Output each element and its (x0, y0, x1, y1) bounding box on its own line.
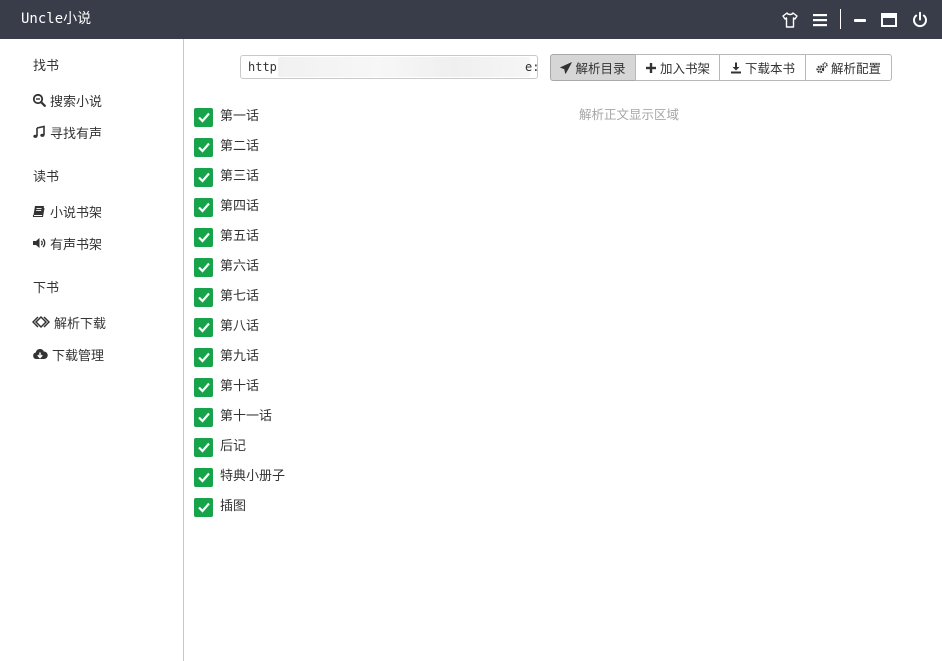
chapter-label: 第五话 (220, 229, 260, 244)
chapter-item[interactable]: 第六话 (194, 257, 259, 277)
sidebar-item-find-audio[interactable]: 寻找有声 (32, 123, 103, 142)
gears-icon (816, 61, 828, 74)
parse-icon (32, 315, 50, 329)
book-icon (32, 204, 46, 218)
chapter-item[interactable]: 第一话 (194, 107, 259, 127)
checkbox-checked[interactable] (194, 377, 213, 397)
checkbox-checked[interactable] (194, 227, 213, 247)
chapter-item[interactable]: 插图 (194, 497, 246, 517)
skin-icon[interactable] (781, 11, 799, 29)
sidebar-item-download-manager[interactable]: 下载管理 (32, 345, 105, 364)
chapter-item[interactable]: 第八话 (194, 317, 259, 337)
checkbox-checked[interactable] (194, 137, 213, 157)
sidebar-item-novel-shelf[interactable]: 小说书架 (32, 202, 103, 221)
chapter-label: 第一话 (220, 109, 260, 124)
chapter-label: 第十一话 (220, 409, 273, 424)
checkbox-checked[interactable] (194, 497, 213, 517)
checkbox-checked[interactable] (194, 347, 213, 367)
chapter-label: 第八话 (220, 319, 260, 334)
sidebar-item-label: 搜索小说 (50, 94, 103, 110)
chapter-item[interactable]: 第四话 (194, 197, 259, 217)
chapter-item[interactable]: 后记 (194, 437, 246, 457)
checkbox-checked[interactable] (194, 317, 213, 337)
chapter-item[interactable]: 特典小册子 (194, 467, 285, 487)
chapter-item[interactable]: 第九话 (194, 347, 259, 367)
chapter-item[interactable]: 第三话 (194, 167, 259, 187)
sidebar-item-label: 下载管理 (52, 348, 105, 364)
checkbox-checked[interactable] (194, 257, 213, 277)
sidebar-item-parse-download[interactable]: 解析下载 (32, 313, 107, 332)
chapter-label: 第四话 (220, 199, 260, 214)
cloud-download-icon (32, 347, 48, 361)
chapter-item[interactable]: 第七话 (194, 287, 259, 307)
chapter-item[interactable]: 第十话 (194, 377, 259, 397)
chapter-item[interactable]: 第二话 (194, 137, 259, 157)
checkbox-checked[interactable] (194, 167, 213, 187)
button-label: 下载本书 (744, 61, 795, 76)
power-icon[interactable] (911, 11, 929, 29)
chapter-label: 第三话 (220, 169, 260, 184)
plus-icon (645, 62, 657, 74)
chapter-item[interactable]: 第五话 (194, 227, 259, 247)
add-to-shelf-button[interactable]: 加入书架 (635, 54, 720, 81)
menu-icon[interactable] (811, 11, 829, 29)
button-label: 加入书架 (659, 61, 710, 76)
title-bar: Uncle小说 (0, 0, 942, 39)
checkbox-checked[interactable] (194, 437, 213, 457)
sidebar-item-label: 解析下载 (54, 316, 107, 332)
url-tail: e: (525, 60, 540, 74)
chapter-label: 第十话 (220, 379, 260, 394)
checkbox-checked[interactable] (194, 407, 213, 427)
app-title: Uncle小说 (21, 11, 92, 27)
content-hint: 解析正文显示区域 (579, 107, 680, 122)
button-label: 解析目录 (575, 61, 626, 76)
download-icon (730, 62, 742, 74)
minimize-icon[interactable] (851, 11, 869, 29)
chapter-label: 第七话 (220, 289, 260, 304)
section-title-find: 找书 (33, 59, 60, 74)
maximize-icon[interactable] (880, 11, 898, 29)
titlebar-divider (840, 9, 841, 29)
music-icon (32, 125, 46, 139)
send-icon (560, 61, 573, 74)
checkbox-checked[interactable] (194, 467, 213, 487)
chapter-label: 第二话 (220, 139, 260, 154)
parse-catalog-button[interactable]: 解析目录 (550, 54, 636, 81)
sidebar: 找书 搜索小说 寻找有声 读书 小说书架 有声书架 下书 解析下载 下载管理 (0, 39, 184, 661)
checkbox-checked[interactable] (194, 107, 213, 127)
chapter-item[interactable]: 第十一话 (194, 407, 272, 427)
toolbar-button-group: 解析目录 加入书架 下载本书 解析配置 (550, 54, 892, 81)
chapter-label: 后记 (220, 439, 247, 454)
sidebar-item-label: 有声书架 (50, 237, 103, 253)
url-redacted-region (278, 57, 530, 77)
chapter-label: 第六话 (220, 259, 260, 274)
chapter-label: 插图 (220, 499, 247, 514)
section-title-read: 读书 (33, 170, 60, 185)
volume-icon (32, 236, 46, 250)
checkbox-checked[interactable] (194, 197, 213, 217)
download-book-button[interactable]: 下载本书 (719, 54, 806, 81)
parse-config-button[interactable]: 解析配置 (805, 54, 892, 81)
sidebar-item-label: 寻找有声 (50, 126, 103, 142)
sidebar-item-search-novel[interactable]: 搜索小说 (32, 91, 103, 110)
search-icon (32, 93, 46, 107)
button-label: 解析配置 (830, 61, 881, 76)
sidebar-item-label: 小说书架 (50, 205, 103, 221)
sidebar-item-audio-shelf[interactable]: 有声书架 (32, 234, 103, 253)
section-title-download: 下书 (33, 281, 60, 296)
checkbox-checked[interactable] (194, 287, 213, 307)
chapter-label: 第九话 (220, 349, 260, 364)
chapter-label: 特典小册子 (220, 469, 286, 484)
